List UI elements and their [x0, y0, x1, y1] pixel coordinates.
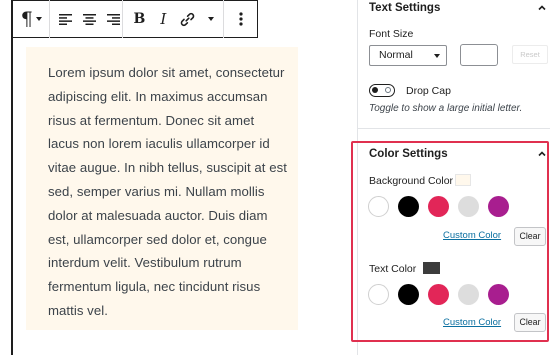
text-clear-button[interactable]: Clear — [514, 313, 546, 332]
custom-font-size-input[interactable] — [460, 44, 498, 66]
more-rich-text-button[interactable] — [199, 4, 223, 34]
background-clear-button[interactable]: Clear — [514, 227, 546, 246]
block-type-switcher[interactable]: ¶ — [19, 4, 43, 34]
more-vertical-icon — [239, 12, 243, 26]
align-center-button[interactable] — [77, 4, 101, 34]
background-color-label: Background Color — [369, 175, 454, 187]
color-swatch-purple[interactable] — [488, 196, 509, 217]
color-swatch-pink[interactable] — [428, 284, 449, 305]
italic-button[interactable]: I — [151, 4, 175, 34]
background-custom-color-link[interactable]: Custom Color — [443, 230, 501, 241]
font-size-value: Normal — [379, 49, 413, 61]
reset-font-size-button[interactable]: Reset — [512, 45, 548, 64]
align-center-icon — [82, 13, 96, 25]
chevron-down-icon — [208, 17, 215, 21]
italic-icon: I — [160, 10, 167, 28]
panel-divider — [358, 128, 550, 129]
paragraph-icon: ¶ — [20, 7, 33, 30]
align-right-icon — [106, 13, 120, 25]
text-color-label: Text Color — [369, 263, 417, 275]
block-toolbar: ¶ B I — [13, 0, 258, 38]
drop-cap-help: Toggle to show a large initial letter. — [369, 103, 523, 114]
font-size-label: Font Size — [369, 28, 414, 40]
color-swatch-purple[interactable] — [488, 284, 509, 305]
more-options-button[interactable] — [229, 4, 253, 34]
editor-canvas: ¶ B I Lorem ipsum dolor sit amet, consec… — [11, 0, 308, 355]
drop-cap-toggle[interactable] — [369, 84, 395, 97]
toggle-knob — [372, 87, 378, 93]
chevron-down-icon — [35, 17, 42, 21]
color-swatch-black[interactable] — [398, 284, 419, 305]
color-swatch-light-gray[interactable] — [458, 196, 479, 217]
color-swatch-light-gray[interactable] — [458, 284, 479, 305]
align-left-icon — [58, 13, 72, 25]
drop-cap-label: Drop Cap — [406, 85, 451, 97]
chevron-up-icon[interactable] — [538, 4, 546, 12]
bold-button[interactable]: B — [127, 4, 151, 34]
chevron-up-icon[interactable] — [538, 150, 546, 158]
paragraph-block[interactable]: Lorem ipsum dolor sit amet, consectetur … — [26, 47, 298, 330]
color-settings-title[interactable]: Color Settings — [369, 148, 448, 160]
paragraph-text[interactable]: Lorem ipsum dolor sit amet, consectetur … — [48, 61, 288, 323]
link-icon — [180, 12, 195, 26]
text-custom-color-link[interactable]: Custom Color — [443, 317, 501, 328]
font-size-select[interactable]: Normal — [369, 45, 447, 66]
color-swatch-white[interactable] — [368, 196, 389, 217]
toggle-off-indicator — [385, 87, 391, 93]
color-swatch-black[interactable] — [398, 196, 419, 217]
chevron-down-icon — [434, 54, 440, 58]
text-settings-title[interactable]: Text Settings — [369, 2, 440, 14]
link-button[interactable] — [175, 4, 199, 34]
color-swatch-white[interactable] — [368, 284, 389, 305]
color-swatch-pink[interactable] — [428, 196, 449, 217]
text-color-indicator — [423, 262, 440, 274]
align-left-button[interactable] — [53, 4, 77, 34]
bold-icon: B — [133, 11, 146, 27]
background-color-indicator — [455, 174, 471, 186]
